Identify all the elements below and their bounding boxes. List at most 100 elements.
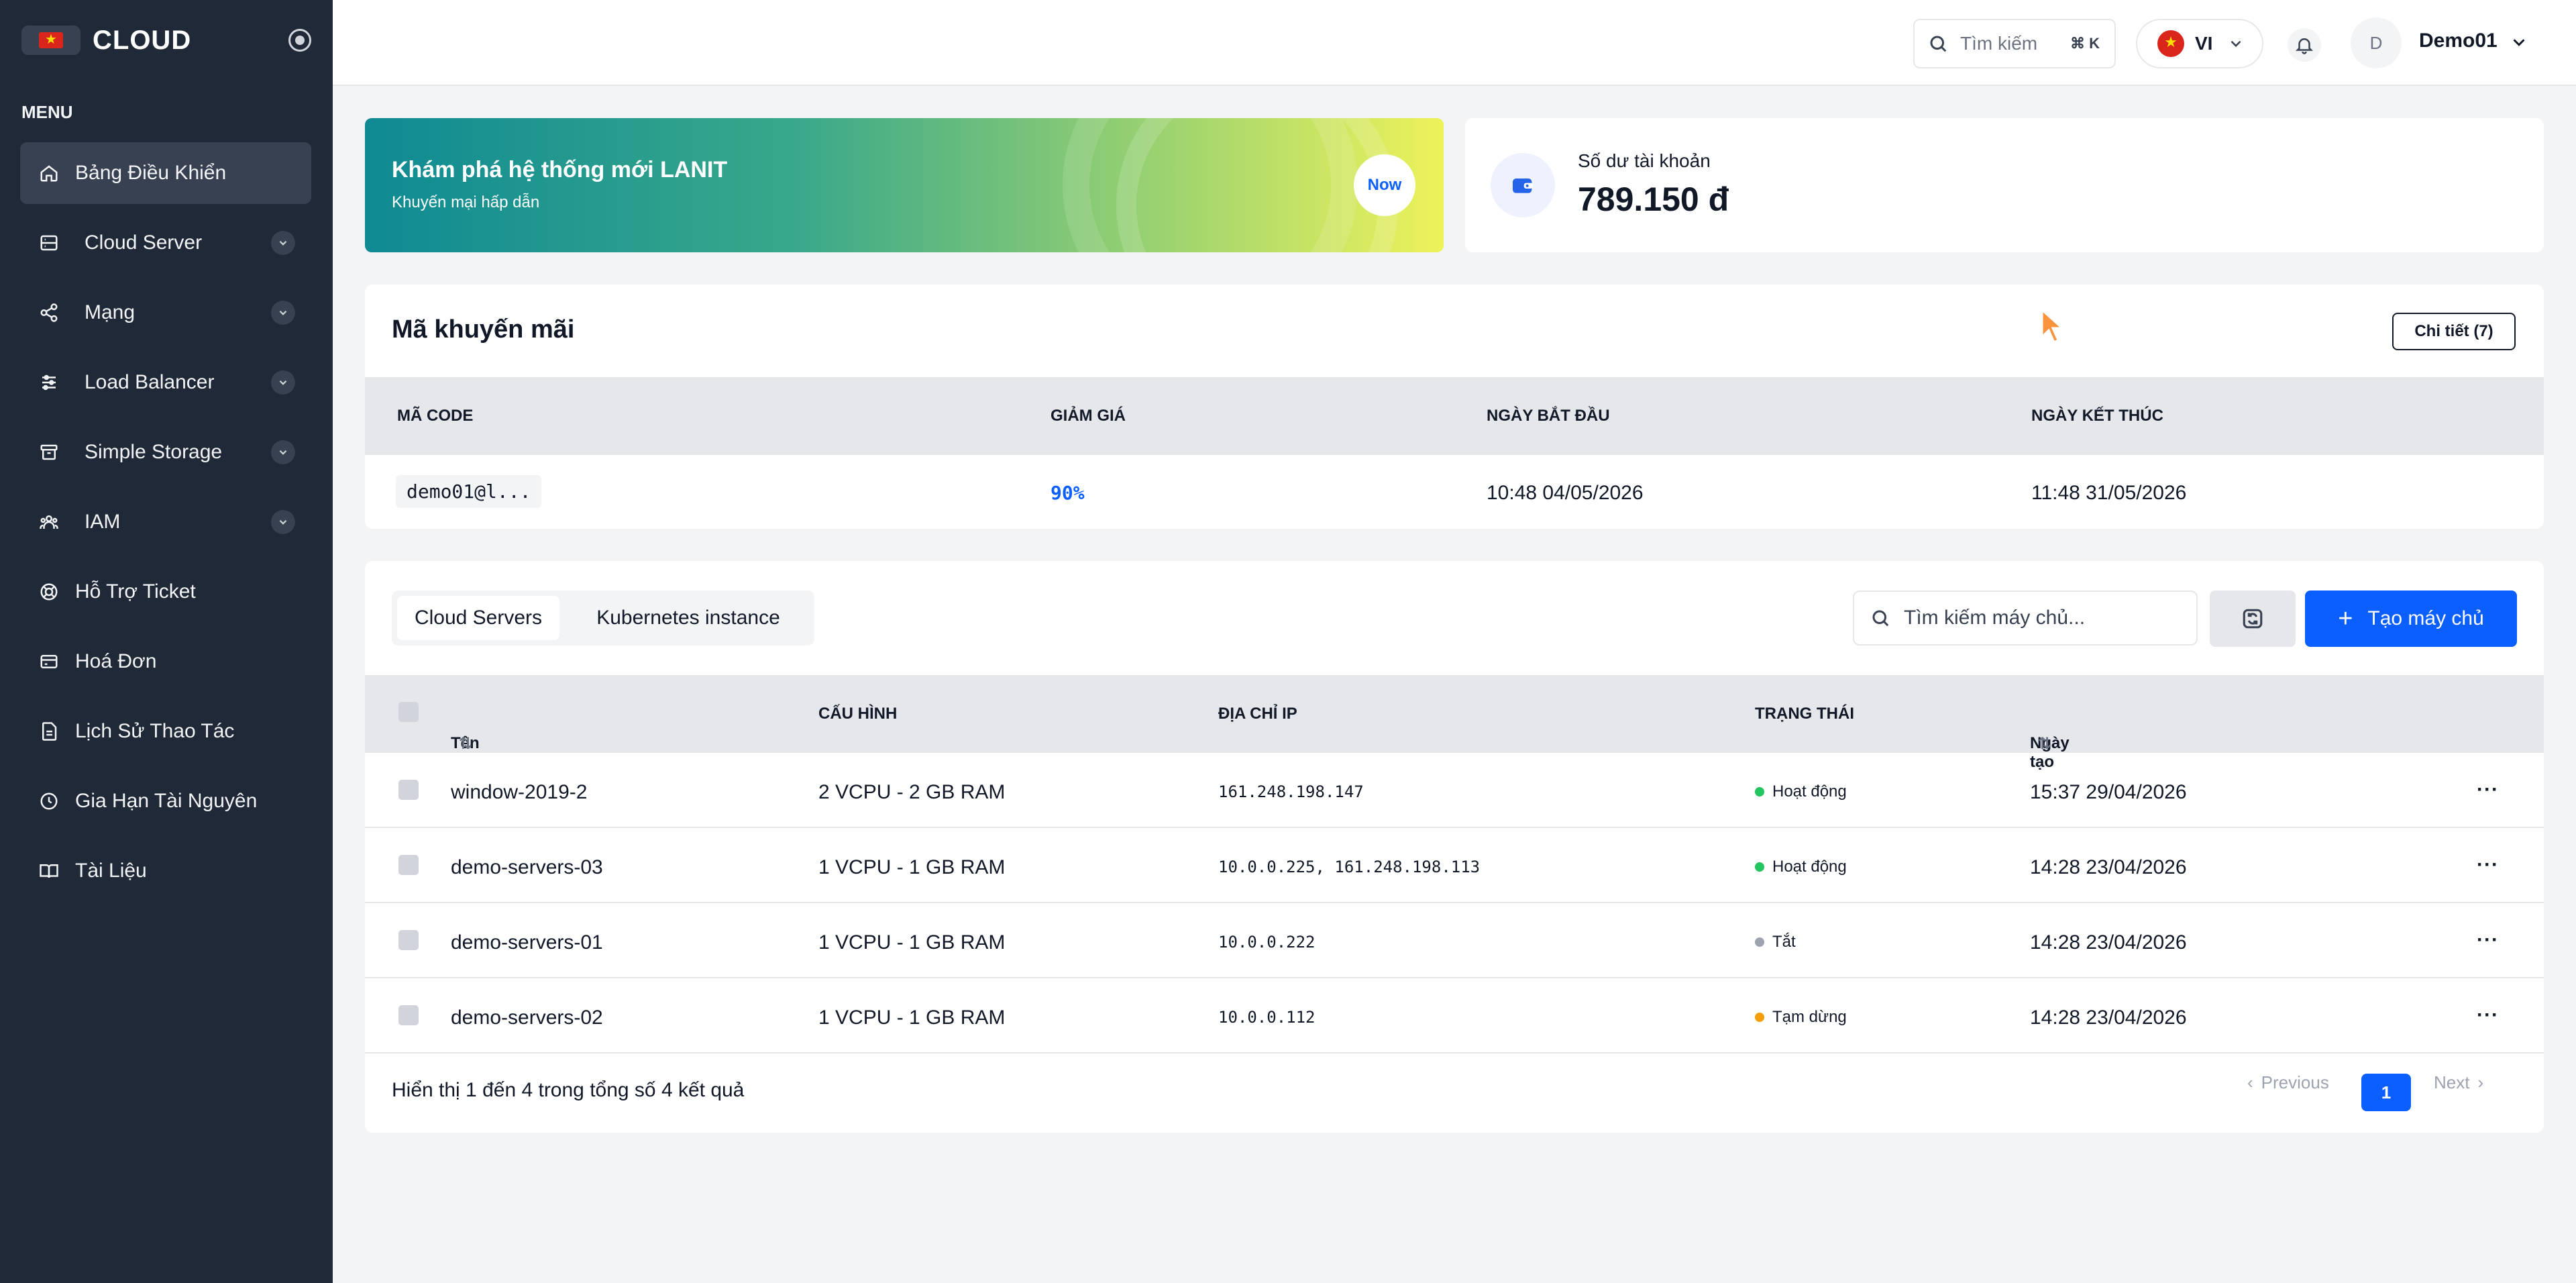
status-dot — [1755, 787, 1764, 797]
notification-bell-icon[interactable] — [2288, 28, 2321, 62]
column-header: CẤU HÌNH — [818, 705, 898, 723]
mouse-cursor-icon — [2041, 307, 2065, 344]
now-button[interactable]: Now — [1354, 154, 1415, 216]
server-name[interactable]: demo-servers-01 — [451, 931, 603, 954]
promo-code: demo01@l... — [396, 475, 542, 508]
sidebar-item-dashboard[interactable]: Bảng Điều Khiển — [20, 142, 311, 204]
balance-card: Số dư tài khoản 789.150 đ — [1465, 118, 2544, 252]
chevron-down-icon[interactable] — [271, 301, 295, 325]
row-checkbox[interactable] — [398, 930, 419, 950]
sidebar-item-renewal[interactable]: Gia Hạn Tài Nguyên — [20, 770, 311, 832]
promo-title: Mã khuyến mãi — [392, 315, 575, 344]
sidebar-item-label: Simple Storage — [85, 441, 223, 463]
brand[interactable]: CLOUD — [21, 24, 191, 56]
table-row[interactable]: demo-servers-03 1 VCPU - 1 GB RAM 10.0.0… — [365, 827, 2544, 902]
next-page-button[interactable]: Next › — [2434, 1072, 2483, 1093]
sidebar-item-docs[interactable]: Tài Liệu — [20, 840, 311, 902]
banner-title: Khám phá hệ thống mới LANIT — [392, 157, 728, 183]
table-row[interactable]: window-2019-2 2 VCPU - 2 GB RAM 161.248.… — [365, 752, 2544, 827]
status-dot — [1755, 1013, 1764, 1022]
more-actions-icon[interactable]: ··· — [2477, 1004, 2499, 1027]
server-name[interactable]: demo-servers-02 — [451, 1007, 603, 1029]
search-icon — [1872, 610, 1889, 627]
next-label: Next — [2434, 1072, 2470, 1092]
chevron-down-icon[interactable] — [271, 370, 295, 395]
server-icon — [38, 232, 60, 254]
table-row[interactable]: demo-servers-02 1 VCPU - 1 GB RAM 10.0.0… — [365, 977, 2544, 1052]
more-actions-icon[interactable]: ··· — [2477, 778, 2499, 801]
sidebar-item-iam[interactable]: IAM — [20, 491, 311, 553]
tab-kubernetes[interactable]: Kubernetes instance — [569, 596, 808, 640]
promo-discount: 90% — [1051, 482, 1085, 504]
server-config: 1 VCPU - 1 GB RAM — [818, 931, 1006, 954]
balance-value: 789.150 đ — [1578, 181, 1729, 218]
global-search[interactable]: Tìm kiếm ⌘ K — [1913, 19, 2116, 68]
search-icon — [1930, 36, 1947, 52]
row-checkbox[interactable] — [398, 855, 419, 875]
more-actions-icon[interactable]: ··· — [2477, 854, 2499, 876]
chevron-down-icon[interactable] — [271, 440, 295, 464]
chevron-down-icon[interactable] — [271, 510, 295, 534]
sidebar-item-load-balancer[interactable]: Load Balancer — [20, 352, 311, 413]
server-search-placeholder: Tìm kiếm máy chủ... — [1904, 607, 2086, 629]
status-label: Tạm dừng — [1772, 1008, 1847, 1026]
sidebar-item-label: Lịch Sử Thao Tác — [75, 720, 235, 742]
column-header: NGÀY BẮT ĐẦU — [1487, 407, 1610, 425]
search-placeholder: Tìm kiếm — [1960, 33, 2038, 54]
brand-name: CLOUD — [93, 25, 192, 55]
server-ip: 161.248.198.147 — [1218, 782, 1364, 801]
create-server-button[interactable]: + Tạo máy chủ — [2305, 591, 2517, 647]
more-actions-icon[interactable]: ··· — [2477, 929, 2499, 952]
select-all-checkbox[interactable] — [398, 702, 419, 722]
server-ip: 10.0.0.112 — [1218, 1008, 1316, 1027]
servers-card: Cloud Servers Kubernetes instance Tìm ki… — [365, 561, 2544, 1133]
row-checkbox[interactable] — [398, 780, 419, 800]
server-search-input[interactable]: Tìm kiếm máy chủ... — [1853, 591, 2198, 646]
language-switcher[interactable]: VI — [2136, 19, 2263, 68]
sidebar-item-history[interactable]: Lịch Sử Thao Tác — [20, 701, 311, 762]
status-dot — [1755, 937, 1764, 947]
server-config: 2 VCPU - 2 GB RAM — [818, 781, 1006, 803]
status-badge: Tắt — [1755, 933, 1796, 952]
sidebar-item-cloud-server[interactable]: Cloud Server — [20, 212, 311, 274]
server-created: 14:28 23/04/2026 — [2030, 1007, 2187, 1029]
chevron-down-icon[interactable] — [2509, 32, 2529, 52]
theme-toggle-icon[interactable] — [288, 29, 311, 52]
avatar[interactable]: D — [2351, 17, 2402, 68]
previous-label: Previous — [2261, 1072, 2329, 1092]
tab-cloud-servers[interactable]: Cloud Servers — [397, 596, 559, 640]
status-label: Tắt — [1772, 933, 1796, 951]
sort-icon: ⇅ — [459, 734, 473, 753]
sidebar-item-simple-storage[interactable]: Simple Storage — [20, 421, 311, 483]
vietnam-flag-icon — [21, 25, 80, 55]
clock-icon — [38, 790, 60, 813]
sidebar-item-label: Hoá Đơn — [75, 650, 157, 672]
server-name[interactable]: demo-servers-03 — [451, 856, 603, 879]
sidebar-item-network[interactable]: Mạng — [20, 282, 311, 344]
column-header: ĐỊA CHỈ IP — [1218, 705, 1297, 723]
table-row[interactable]: demo-servers-01 1 VCPU - 1 GB RAM 10.0.0… — [365, 902, 2544, 977]
chevron-down-icon[interactable] — [271, 231, 295, 255]
sidebar-item-ticket[interactable]: Hỗ Trợ Ticket — [20, 561, 311, 623]
balance-label: Số dư tài khoản — [1578, 150, 1711, 171]
promo-banner[interactable]: Khám phá hệ thống mới LANIT Khuyến mại h… — [365, 118, 1444, 252]
book-icon — [38, 860, 60, 882]
sidebar-item-label: Mạng — [85, 301, 136, 323]
sidebar-item-label: Tài Liệu — [75, 860, 147, 882]
page-number[interactable]: 1 — [2361, 1074, 2411, 1111]
share-icon — [38, 301, 60, 324]
server-name[interactable]: window-2019-2 — [451, 781, 587, 804]
promo-end-date: 11:48 31/05/2026 — [2031, 482, 2187, 504]
row-checkbox[interactable] — [398, 1005, 419, 1025]
column-header: MÃ CODE — [397, 407, 474, 425]
create-server-label: Tạo máy chủ — [2367, 607, 2484, 629]
username[interactable]: Demo01 — [2419, 30, 2498, 52]
previous-page-button[interactable]: ‹ Previous — [2247, 1072, 2329, 1093]
status-dot — [1755, 862, 1764, 872]
status-badge: Tạm dừng — [1755, 1008, 1847, 1027]
sidebar-item-invoice[interactable]: Hoá Đơn — [20, 631, 311, 692]
refresh-button[interactable] — [2210, 591, 2296, 647]
status-badge: Hoạt động — [1755, 782, 1847, 801]
promo-detail-button[interactable]: Chi tiết (7) — [2392, 313, 2516, 350]
vietnam-flag-icon — [2157, 30, 2184, 57]
